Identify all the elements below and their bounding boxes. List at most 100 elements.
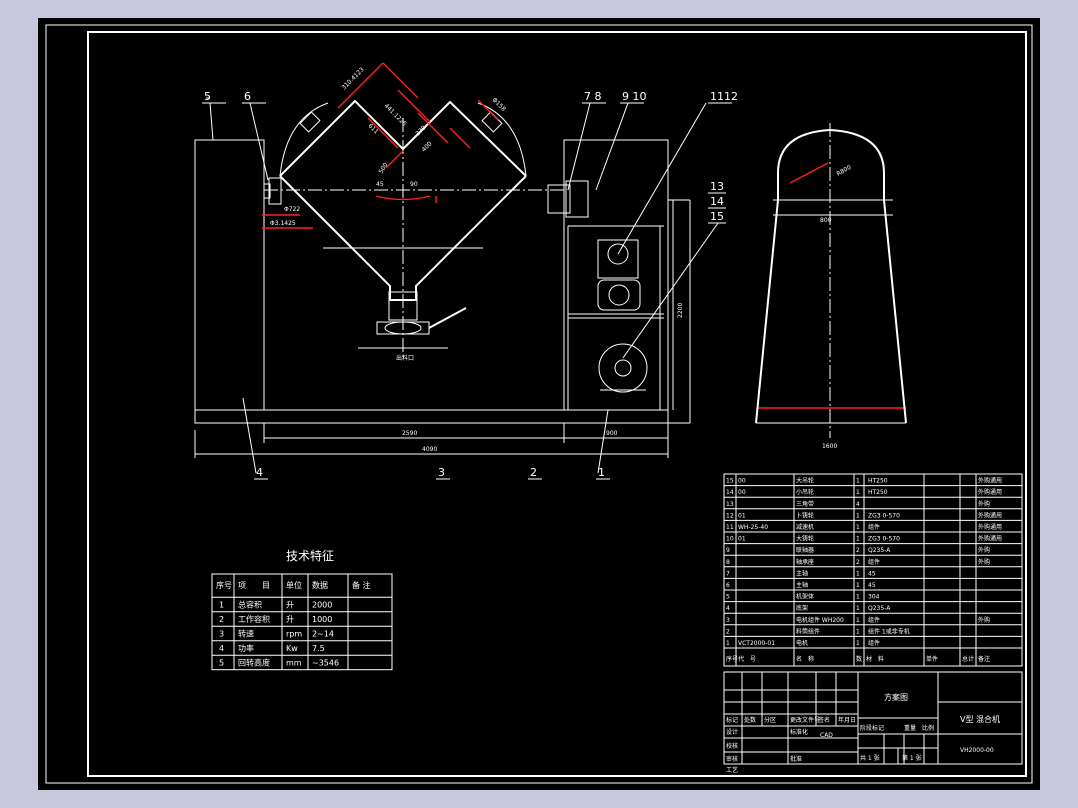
balloon-9: 3	[438, 466, 445, 479]
stage-label: 阶段标记	[860, 724, 884, 732]
dim-7: 500	[378, 161, 390, 175]
base-frame	[194, 409, 669, 424]
bom-name-8: 主轴	[796, 569, 808, 577]
weight-label: 重量	[904, 724, 916, 732]
bom-note-4: 外购通用	[978, 523, 1002, 531]
bom-qty-0: 1	[856, 478, 860, 485]
bom-note-0: 外购通用	[978, 477, 1002, 485]
tech-cell-2-1: 转速	[238, 629, 254, 639]
bom-no-3: 12	[726, 512, 734, 519]
bom-no-11: 4	[726, 605, 730, 612]
bom-no-7: 8	[726, 559, 730, 566]
bom-qty-3: 1	[856, 512, 860, 519]
tech-cell-3-1: 功率	[238, 643, 254, 653]
bom-no-13: 2	[726, 628, 730, 635]
balloon-0: 5	[204, 90, 211, 103]
bom-mat-1: HT250	[868, 489, 888, 496]
reducer	[597, 239, 639, 279]
tb-std: 标准化	[790, 728, 808, 736]
bom-code-0: 00	[738, 478, 746, 485]
left-post	[194, 139, 265, 411]
drive-shaft	[547, 184, 571, 214]
bom-qty-9: 1	[856, 582, 860, 589]
bom-name-7: 轴承座	[796, 558, 814, 566]
bom-code-14: VCT2000-01	[738, 640, 775, 647]
bom-no-0: 15	[726, 478, 734, 485]
bom-name-0: 大吊轮	[796, 477, 814, 485]
front-view	[194, 62, 906, 474]
dim-16: R800	[836, 164, 853, 178]
outlet-valve-handle	[428, 307, 467, 329]
dim-18: 1600	[822, 443, 837, 450]
balloon-4: 1112	[710, 90, 738, 103]
bom-no-6: 9	[726, 547, 730, 554]
product-name: V型 混合机	[960, 714, 1000, 724]
bom-name-5: 大铸轮	[796, 535, 814, 543]
dim-10: Φ722	[284, 206, 300, 213]
bom-qty-6: 2	[856, 547, 860, 554]
tech-cell-2-3: 2~14	[312, 630, 334, 639]
side-view	[755, 123, 907, 438]
bom-qty-2: 4	[856, 501, 860, 508]
inner-border	[87, 31, 1027, 777]
bom-header-1: 代 号	[738, 655, 756, 663]
dim-2: 441.1226	[383, 102, 408, 127]
tech-cell-4-1: 回转高度	[238, 658, 270, 668]
balloon-7: 15	[710, 210, 724, 223]
bom-header-6: 总计	[962, 655, 974, 663]
scale-label: 比例	[922, 724, 934, 732]
bom-code-5: 01	[738, 536, 746, 543]
bom-note-2: 外购	[978, 500, 990, 508]
outlet-label: 出料口	[396, 354, 414, 362]
tech-table-title: 技术特征	[286, 548, 334, 563]
cad-viewport[interactable]: 技术特征 序号项 目单位 数据备 注 1 总容积升 2000 2 工作容积升 1000 3 转速 rp…	[38, 18, 1040, 790]
tech-header-1: 项 目	[238, 581, 270, 590]
bom-mat-4: 组件	[868, 523, 880, 531]
tb-row-2: 分区	[764, 716, 776, 724]
tech-cell-4-2: mm	[286, 659, 302, 668]
bom-name-2: 三角带	[796, 500, 814, 508]
dim-15: 4090	[422, 446, 437, 453]
bom-qty-10: 1	[856, 594, 860, 601]
bom-note-3: 外购通用	[978, 511, 1002, 519]
bom-header-3: 数	[856, 655, 862, 663]
dim-1: 310.4123	[340, 66, 365, 91]
bom-table: 15 00 大吊轮 1 HT250 外购通用14 00 小吊轮 1 HT250 外购通用13 三角带 4…	[723, 473, 1023, 667]
bom-qty-7: 2	[856, 559, 860, 566]
bom-no-4: 11	[726, 524, 734, 531]
tech-cell-3-3: 7.5	[312, 644, 325, 653]
balloon-5: 13	[710, 180, 724, 193]
bom-mat-11: Q235-A	[868, 605, 891, 612]
tb-craft: 工艺	[726, 766, 738, 774]
tb-row-4: 签名	[818, 716, 830, 724]
bom-no-10: 5	[726, 594, 730, 601]
bom-no-8: 7	[726, 570, 730, 577]
tb-review: 审核	[726, 755, 738, 763]
bom-qty-5: 1	[856, 536, 860, 543]
bom-note-7: 外购	[978, 558, 990, 566]
tb-check: 校核	[726, 742, 738, 750]
lower-motor	[598, 343, 648, 393]
bom-qty-12: 1	[856, 617, 860, 624]
bom-no-1: 14	[726, 489, 734, 496]
bom-qty-14: 1	[856, 640, 860, 647]
drawing-code: VH2000-00	[960, 747, 994, 754]
bom-qty-4: 1	[856, 524, 860, 531]
bom-no-9: 6	[726, 582, 730, 589]
tb-row-3: 更改文件号	[790, 716, 820, 724]
red-dimensions	[262, 62, 906, 409]
dim-11: Φ3.1425	[270, 220, 296, 227]
bom-mat-5: ZG3 0-570	[868, 536, 900, 543]
balloon-6: 14	[710, 195, 724, 208]
bom-name-11: 底架	[796, 604, 808, 612]
tech-header-0: 序号	[216, 580, 232, 590]
sheets-total: 共 1 张	[860, 754, 880, 762]
bom-note-1: 外购通用	[978, 488, 1002, 496]
bom-name-1: 小吊轮	[796, 488, 814, 496]
tech-cell-1-2: 升	[286, 615, 294, 624]
bom-name-14: 电机	[796, 639, 808, 647]
dim-5: 400	[420, 140, 433, 153]
dim-14: 900	[606, 430, 618, 437]
bom-code-4: WH-25-40	[738, 524, 768, 531]
bom-no-12: 3	[726, 617, 730, 624]
